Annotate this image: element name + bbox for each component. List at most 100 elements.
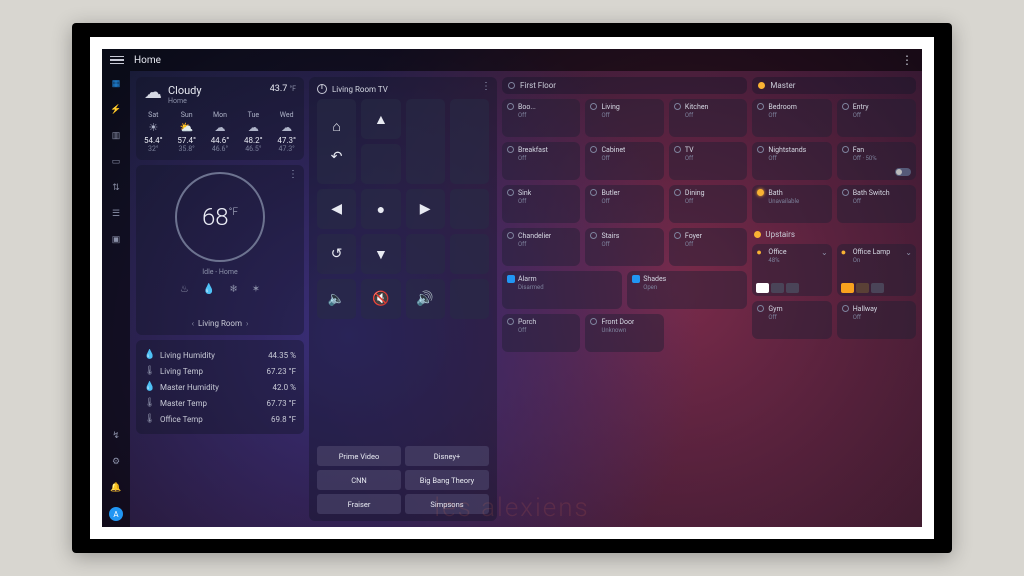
- thermostat-room-selector[interactable]: Living Room: [192, 319, 249, 328]
- first-floor-header[interactable]: First Floor: [502, 77, 747, 94]
- hamburger-icon[interactable]: [110, 56, 124, 65]
- device-tile[interactable]: Bath Switch Off: [837, 185, 916, 223]
- upstairs-header[interactable]: Upstairs: [752, 228, 916, 239]
- topbar-more-icon[interactable]: ⋮: [901, 53, 914, 67]
- shades-tile[interactable]: Shades Open: [627, 271, 747, 309]
- office-light-tile[interactable]: ● Office 48% ⌄: [752, 244, 831, 296]
- device-tile[interactable]: Hallway Off: [837, 301, 916, 339]
- remote-up-button[interactable]: ▲: [361, 99, 400, 139]
- remote-home-back-button[interactable]: ⌂↶: [317, 99, 356, 184]
- thermostat-status: Idle - Home: [202, 268, 238, 276]
- power-icon[interactable]: [317, 84, 327, 94]
- device-tile[interactable]: Stairs Off: [585, 228, 663, 266]
- remote-blank-1[interactable]: [406, 99, 445, 184]
- color-swatch[interactable]: [871, 283, 884, 293]
- thermostat-card[interactable]: ⋮ 68°F Idle - Home ♨💧❄✶ Living Room: [136, 165, 304, 335]
- device-tile[interactable]: Bedroom Off: [752, 99, 831, 137]
- sensor-row[interactable]: 🌡 Master Temp 67.73 °F: [144, 395, 296, 411]
- sidebar-calendar-icon[interactable]: ▭: [109, 155, 123, 169]
- alarm-tile[interactable]: Alarm Disarmed: [502, 271, 622, 309]
- sensor-value: 67.73 °F: [267, 399, 297, 408]
- remote-shortcut[interactable]: Simpsons: [405, 494, 489, 514]
- color-swatch[interactable]: [841, 283, 854, 293]
- device-tile[interactable]: Front Door Unknown: [585, 314, 663, 352]
- thermostat-mode-icons[interactable]: ♨💧❄✶: [180, 284, 260, 295]
- forecast-day[interactable]: Sat☀ 54.4°32°: [144, 111, 163, 153]
- weather-card[interactable]: ☁ Cloudy Home 43.7 °F Sat☀ 54.4°32° Sun⛅…: [136, 77, 304, 160]
- device-tile[interactable]: Gym Off: [752, 301, 831, 339]
- sensor-row[interactable]: 🌡 Living Temp 67.23 °F: [144, 363, 296, 379]
- sidebar-energy-icon[interactable]: ⚡: [109, 103, 123, 117]
- weather-day-icon: ☀: [144, 121, 163, 134]
- tile-name: Dining: [685, 189, 705, 197]
- device-tile[interactable]: Chandelier Off: [502, 228, 580, 266]
- sidebar-account-badge[interactable]: A: [109, 507, 123, 521]
- remote-shortcut[interactable]: Big Bang Theory: [405, 470, 489, 490]
- sidebar-tools-icon[interactable]: ↯: [109, 429, 123, 443]
- sidebar-notifications-icon[interactable]: 🔔: [109, 481, 123, 495]
- remote-vol-down-button[interactable]: 🔈: [317, 279, 356, 319]
- device-tile[interactable]: Butler Off: [585, 185, 663, 223]
- remote-right-button[interactable]: ▶: [406, 189, 445, 229]
- color-swatch[interactable]: [756, 283, 769, 293]
- remote-shortcut[interactable]: Prime Video: [317, 446, 401, 466]
- device-tile[interactable]: Cabinet Off: [585, 142, 663, 180]
- remote-more-icon[interactable]: ⋮: [481, 81, 491, 92]
- remote-blank-2[interactable]: [450, 99, 489, 184]
- sidebar-map-icon[interactable]: ▥: [109, 129, 123, 143]
- sidebar-dashboard-icon[interactable]: ▦: [109, 77, 123, 91]
- device-tile[interactable]: Nightstands Off: [752, 142, 831, 180]
- tile-state: Off: [685, 198, 693, 205]
- bulb-icon: ●: [756, 247, 765, 256]
- color-swatch[interactable]: [771, 283, 784, 293]
- sidebar-list-icon[interactable]: ☰: [109, 207, 123, 221]
- sensor-row[interactable]: 🌡 Office Temp 69.8 °F: [144, 411, 296, 427]
- remote-left-button[interactable]: ◀: [317, 189, 356, 229]
- forecast-day[interactable]: Wed☁ 47.3°47.3°: [277, 111, 296, 153]
- device-tile[interactable]: Sink Off: [502, 185, 580, 223]
- office-lamp-tile[interactable]: ● Office Lamp On ⌄: [837, 244, 916, 296]
- remote-blank-4[interactable]: [450, 189, 489, 229]
- device-tile[interactable]: Living Off: [585, 99, 663, 137]
- sidebar-settings-icon[interactable]: ⚙: [109, 455, 123, 469]
- color-swatch[interactable]: [856, 283, 869, 293]
- device-tile[interactable]: Bath Unavailable: [752, 185, 831, 223]
- remote-undo-button[interactable]: ↺: [317, 234, 356, 274]
- device-tile[interactable]: TV Off: [669, 142, 747, 180]
- remote-down-button[interactable]: ▼: [361, 234, 400, 274]
- sensor-row[interactable]: 💧 Master Humidity 42.0 %: [144, 379, 296, 395]
- thermostat-more-icon[interactable]: ⋮: [288, 169, 298, 180]
- sensor-row[interactable]: 💧 Living Humidity 44.35 %: [144, 347, 296, 363]
- remote-blank-6[interactable]: [450, 234, 489, 274]
- remote-blank-7[interactable]: [450, 279, 489, 319]
- device-tile[interactable]: Dining Off: [669, 185, 747, 223]
- device-tile[interactable]: Porch Off: [502, 314, 580, 352]
- remote-shortcut[interactable]: Disney+: [405, 446, 489, 466]
- remote-ok-button[interactable]: ●: [361, 189, 400, 229]
- forecast-day[interactable]: Sun⛅ 57.4°35.8°: [177, 111, 196, 153]
- remote-shortcut[interactable]: CNN: [317, 470, 401, 490]
- sidebar-media-icon[interactable]: ▣: [109, 233, 123, 247]
- device-tile[interactable]: Foyer Off: [669, 228, 747, 266]
- master-header[interactable]: Master: [752, 77, 916, 94]
- device-tile[interactable]: Fan Off · 50%: [837, 142, 916, 180]
- remote-shortcut[interactable]: Fraiser: [317, 494, 401, 514]
- device-tile[interactable]: Entry Off: [837, 99, 916, 137]
- sidebar-devtools-icon[interactable]: ⇅: [109, 181, 123, 195]
- tile-name: Living: [601, 103, 619, 111]
- remote-blank-3[interactable]: [361, 144, 400, 184]
- bulb-icon: [590, 146, 597, 153]
- device-tile[interactable]: Boo... Off: [502, 99, 580, 137]
- device-tile[interactable]: Kitchen Off: [669, 99, 747, 137]
- color-swatch[interactable]: [786, 283, 799, 293]
- thermostat-dial[interactable]: 68°F: [175, 172, 265, 262]
- forecast-day[interactable]: Mon☁ 44.6°46.6°: [211, 111, 230, 153]
- forecast-day[interactable]: Tue☁ 48.2°46.5°: [244, 111, 263, 153]
- toggle-switch[interactable]: [895, 168, 911, 176]
- remote-mute-button[interactable]: 🔇: [361, 279, 400, 319]
- remote-blank-5[interactable]: [406, 234, 445, 274]
- remote-vol-up-button[interactable]: 🔊: [406, 279, 445, 319]
- device-tile[interactable]: Breakfast Off: [502, 142, 580, 180]
- bulb-icon: [507, 103, 514, 110]
- bulb-icon: [757, 189, 764, 196]
